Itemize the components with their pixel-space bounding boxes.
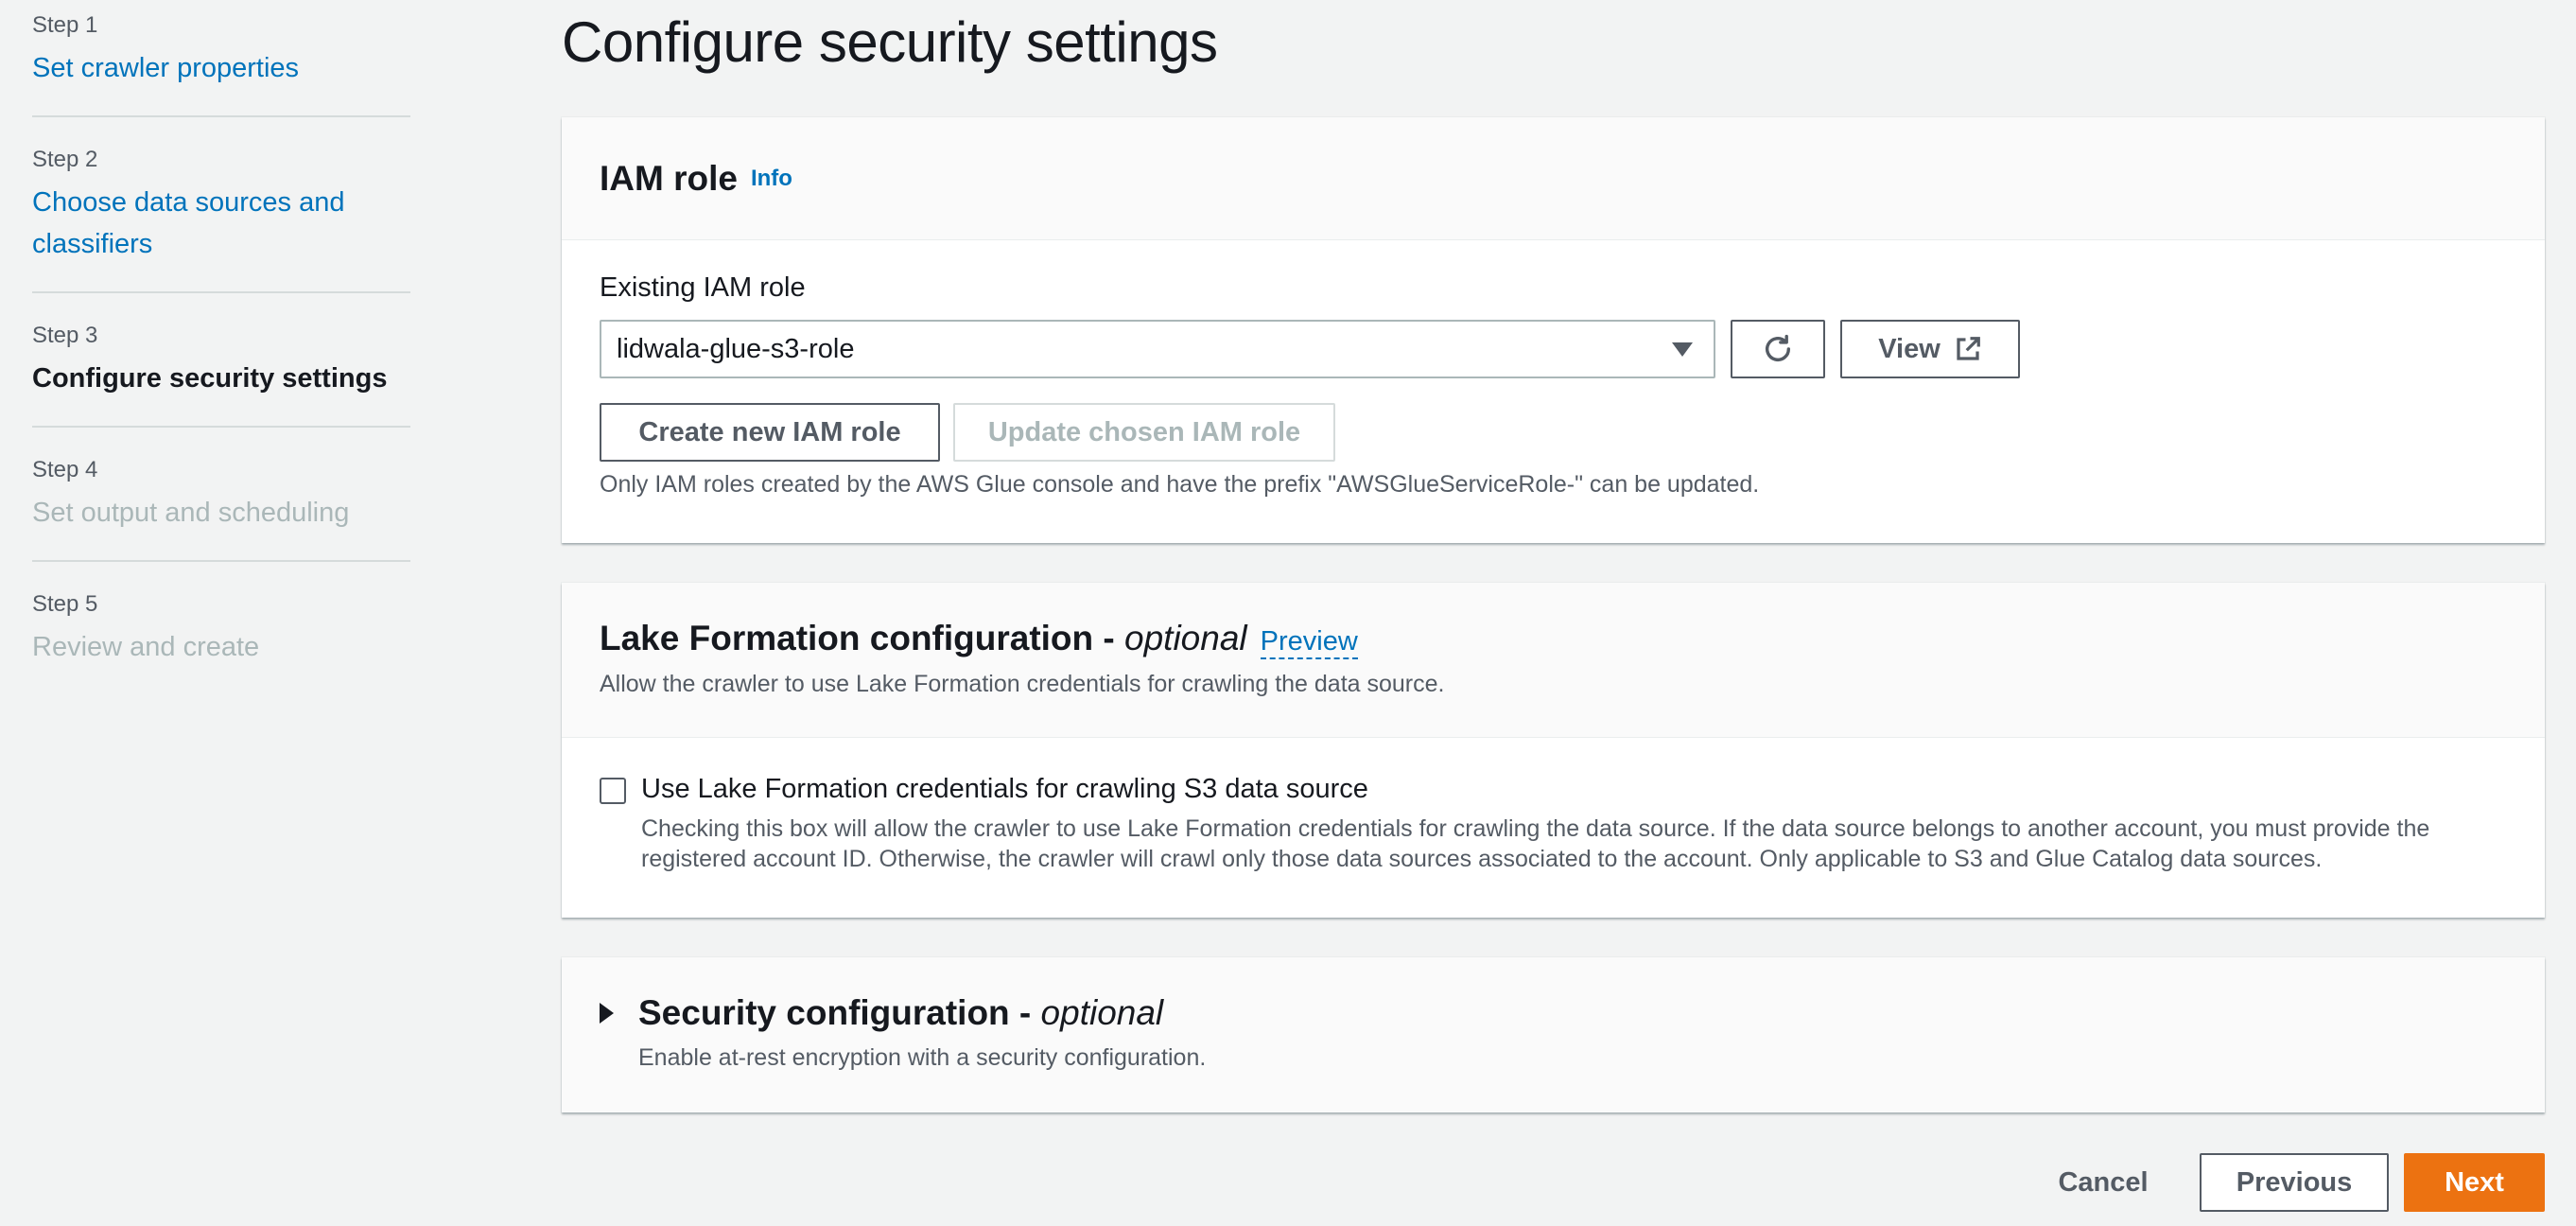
view-role-button[interactable]: View: [1840, 320, 2020, 378]
cancel-button[interactable]: Cancel: [2037, 1153, 2169, 1212]
iam-role-header: IAM role Info: [562, 117, 2545, 240]
lake-formation-checkbox-label[interactable]: Use Lake Formation credentials for crawl…: [641, 774, 1368, 805]
refresh-icon: [1765, 334, 1791, 361]
step-1-link[interactable]: Set crawler properties: [32, 47, 410, 89]
step-4: Step 4 Set output and scheduling: [32, 454, 410, 562]
refresh-roles-button[interactable]: [1731, 320, 1825, 378]
external-link-icon: [1957, 337, 1980, 360]
previous-button[interactable]: Previous: [2200, 1153, 2389, 1212]
lake-formation-header: Lake Formation configuration - optional …: [562, 583, 2545, 738]
next-button[interactable]: Next: [2404, 1153, 2545, 1212]
wizard-steps-nav: Step 1 Set crawler properties Step 2 Cho…: [32, 0, 410, 721]
iam-role-note: Only IAM roles created by the AWS Glue c…: [600, 471, 1760, 498]
lake-formation-title-text: Lake Formation configuration -: [600, 619, 1125, 657]
security-configuration-optional: optional: [1040, 993, 1164, 1032]
lake-formation-preview-link[interactable]: Preview: [1260, 626, 1358, 659]
step-5-number: Step 5: [32, 591, 98, 617]
caret-down-icon: [1672, 342, 1693, 357]
lake-formation-checkbox[interactable]: [600, 778, 626, 804]
security-configuration-panel: Security configuration - optional Enable…: [562, 957, 2545, 1112]
step-2: Step 2 Choose data sources and classifie…: [32, 144, 410, 293]
main-content: Configure security settings IAM role Inf…: [562, 0, 2545, 1212]
step-3-current: Configure security settings: [32, 363, 388, 394]
page-title: Configure security settings: [562, 10, 1218, 74]
iam-info-link[interactable]: Info: [751, 166, 792, 192]
step-5-title: Review and create: [32, 632, 260, 662]
lake-formation-checkbox-desc-line2: registered account ID. Otherwise, the cr…: [641, 846, 2323, 872]
create-iam-role-button[interactable]: Create new IAM role: [600, 403, 940, 462]
iam-role-selected-value: lidwala-glue-s3-role: [617, 334, 855, 364]
iam-role-panel: IAM role Info Existing IAM role lidwala-…: [562, 117, 2545, 543]
lake-formation-checkbox-desc-line1: Checking this box will allow the crawler…: [641, 815, 2430, 842]
security-configuration-title-text: Security configuration -: [638, 993, 1041, 1032]
security-configuration-description: Enable at-rest encryption with a securit…: [638, 1044, 1207, 1071]
step-3: Step 3 Configure security settings: [32, 320, 410, 428]
step-4-number: Step 4: [32, 457, 98, 482]
step-1: Step 1 Set crawler properties: [32, 9, 410, 117]
security-configuration-title: Security configuration - optional: [638, 993, 1163, 1033]
step-3-number: Step 3: [32, 323, 98, 348]
step-5: Step 5 Review and create: [32, 588, 410, 694]
security-configuration-expander[interactable]: Security configuration - optional: [600, 993, 1163, 1033]
step-2-link-line1[interactable]: Choose data sources and: [32, 187, 345, 218]
step-2-link-line2[interactable]: classifiers: [32, 229, 152, 259]
step-2-number: Step 2: [32, 147, 98, 172]
update-iam-role-button[interactable]: Update chosen IAM role: [953, 403, 1335, 462]
step-2-link[interactable]: Choose data sources and classifiers: [32, 182, 410, 265]
iam-role-title: IAM role: [600, 158, 738, 198]
view-role-label: View: [1878, 333, 1941, 364]
existing-iam-role-label: Existing IAM role: [600, 272, 806, 303]
step-1-number: Step 1: [32, 12, 98, 38]
caret-right-icon: [600, 1003, 614, 1024]
lake-formation-optional: optional: [1124, 619, 1247, 657]
lake-formation-description: Allow the crawler to use Lake Formation …: [600, 671, 1445, 697]
lake-formation-panel: Lake Formation configuration - optional …: [562, 583, 2545, 918]
lake-formation-title: Lake Formation configuration - optional: [600, 619, 1247, 658]
iam-role-select[interactable]: lidwala-glue-s3-role: [600, 320, 1715, 378]
lake-formation-checkbox-description: Checking this box will allow the crawler…: [641, 814, 2429, 874]
step-4-title: Set output and scheduling: [32, 498, 350, 528]
